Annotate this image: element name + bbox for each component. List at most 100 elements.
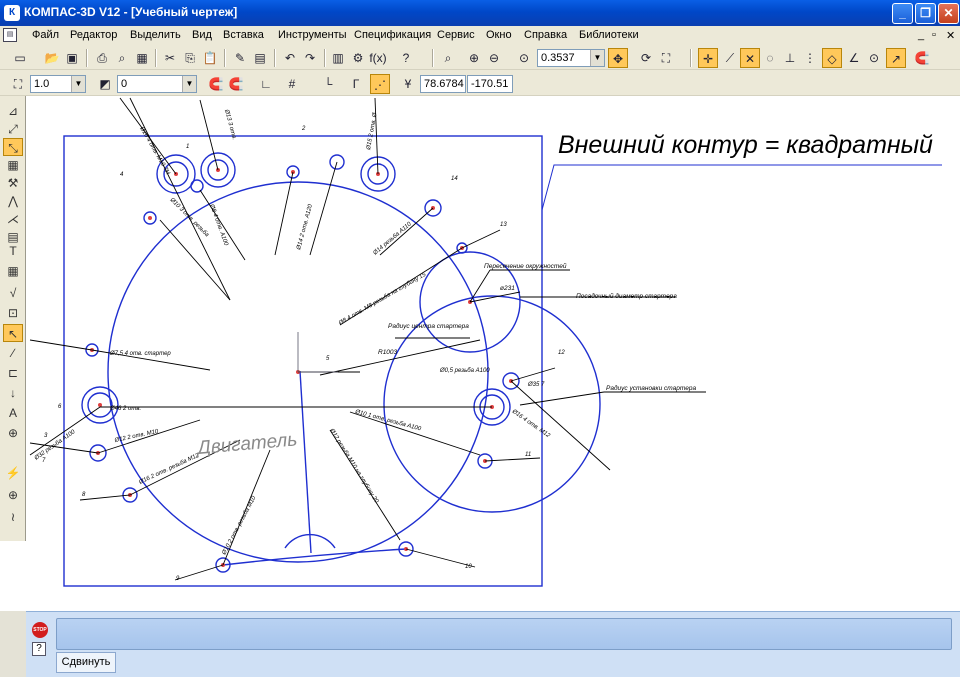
pan-icon[interactable]: ✥ — [608, 48, 628, 68]
snap-nearest-point-icon[interactable]: ✛ — [698, 48, 718, 68]
zoom-window-icon[interactable]: ⌕ — [438, 48, 458, 68]
menu-specification[interactable]: Спецификация — [354, 29, 431, 41]
zoom-in-icon[interactable]: ⊕ — [464, 48, 484, 68]
snap-quadrant-icon[interactable]: ◇ — [822, 48, 842, 68]
measure-panel-icon[interactable]: ⋌ — [3, 210, 23, 228]
base-icon[interactable]: ⊡ — [3, 304, 23, 322]
chevron-down-icon[interactable]: ▼ — [590, 50, 604, 66]
annotation-text: Ø32 резьба А100 — [33, 429, 77, 462]
kompas-app-icon[interactable]: К — [4, 5, 20, 21]
leader-icon[interactable]: ↖ — [3, 324, 23, 342]
layer-field[interactable]: 0 ▼ — [117, 75, 197, 93]
mdi-minimize-button[interactable]: _ — [918, 29, 924, 41]
help-icon[interactable]: ? — [32, 642, 46, 656]
parametrization-panel-icon[interactable]: ⋀ — [3, 192, 23, 210]
snap-intersection-icon[interactable]: ✕ — [740, 48, 760, 68]
menu-select[interactable]: Выделить — [130, 29, 181, 41]
chevron-down-icon[interactable]: ▼ — [71, 76, 85, 92]
undo-icon[interactable]: ↶ — [280, 48, 300, 68]
view-arrow-icon[interactable]: ↓ — [3, 384, 23, 402]
table-tool-icon[interactable]: ▦ — [3, 262, 23, 280]
roughness-icon[interactable]: √ — [3, 284, 23, 302]
text-tool-icon[interactable]: T — [3, 242, 23, 260]
print-icon[interactable]: ⎙ — [92, 48, 112, 68]
leader-line — [79, 494, 131, 501]
marking-icon[interactable]: ⊏ — [3, 364, 23, 382]
leader-line — [461, 229, 501, 249]
document-icon[interactable]: ▤ — [3, 28, 17, 42]
select-panel-icon[interactable]: ⤢ — [3, 120, 23, 138]
snap-tangent-icon[interactable]: ◌ — [760, 48, 780, 68]
scale-field[interactable]: 1.0 ▼ — [30, 75, 86, 93]
annotation-text: Ø7,5 4 отв. стартер — [109, 351, 171, 357]
menu-window[interactable]: Окно — [486, 29, 512, 41]
cursor-snap-icon[interactable]: ⋰ — [370, 74, 390, 94]
cut-icon[interactable]: ✂ — [160, 48, 180, 68]
menu-help[interactable]: Справка — [524, 29, 567, 41]
section-line-icon[interactable]: A — [3, 404, 23, 422]
grid-icon[interactable]: # — [282, 74, 302, 94]
menu-insert[interactable]: Вставка — [223, 29, 264, 41]
drawing-canvas[interactable]: Ø20 4 отв. М10-7Н Ø13 3 отв. Ø15 2 отв. … — [26, 96, 960, 611]
dimensions-panel-icon[interactable]: ⤡ — [3, 138, 23, 156]
snap-midpoint-icon[interactable]: ⟋ — [720, 48, 740, 68]
snap-magnet-icon[interactable]: 🧲 — [912, 48, 932, 68]
snap-center-icon[interactable]: ⊙ — [864, 48, 884, 68]
menu-view[interactable]: Вид — [192, 29, 212, 41]
hole-number: 13 — [500, 222, 507, 228]
snap-normal-icon[interactable]: ⊥ — [780, 48, 800, 68]
chevron-down-icon[interactable]: ▼ — [182, 76, 196, 92]
show-all-icon[interactable]: ⛶ — [656, 48, 676, 68]
new-document-icon[interactable]: ▭ — [10, 48, 30, 68]
snap-settings-icon[interactable]: 🧲 — [226, 74, 246, 94]
change-marker-icon[interactable]: ⚡ — [3, 464, 23, 482]
snap-angle-icon[interactable]: ∠ — [844, 48, 864, 68]
zoom-scale-icon[interactable]: ⊙ — [514, 48, 534, 68]
zoom-out-icon[interactable]: ⊖ — [484, 48, 504, 68]
library-manager-icon[interactable]: ⚙ — [348, 48, 368, 68]
tolerance-icon[interactable]: ⊕ — [3, 424, 23, 442]
annotation-text: Ø10 2 отв. резьба М10 — [221, 495, 258, 557]
layer-icon[interactable]: ◩ — [95, 74, 115, 94]
menu-tools[interactable]: Инструменты — [278, 29, 347, 41]
local-cs-icon[interactable]: └ — [318, 74, 338, 94]
copy-icon[interactable]: ⎘ — [180, 48, 200, 68]
format-painter-icon[interactable]: ✎ — [230, 48, 250, 68]
wavy-line-icon[interactable]: ≀ — [3, 508, 23, 526]
menu-editor[interactable]: Редактор — [70, 29, 117, 41]
cursor-y-field[interactable]: -170.51 — [467, 75, 513, 93]
maximize-button[interactable]: ❐ — [915, 3, 936, 24]
magnet-icon[interactable]: 🧲 — [206, 74, 226, 94]
hatching-panel-icon[interactable]: ▦ — [3, 156, 23, 174]
print-preview-icon[interactable]: ⌕ — [112, 48, 132, 68]
edit-panel-icon[interactable]: ⚒ — [3, 174, 23, 192]
stop-command-icon[interactable]: STOP — [32, 622, 48, 638]
menu-service[interactable]: Сервис — [437, 29, 475, 41]
manager-icon[interactable]: ▥ — [328, 48, 348, 68]
menu-file[interactable]: Файл — [32, 29, 59, 41]
help-pointer-icon[interactable]: ? — [396, 48, 416, 68]
properties-icon[interactable]: ▦ — [132, 48, 152, 68]
zoom-scale-field[interactable]: 0.3537 ▼ — [537, 49, 605, 67]
refresh-icon[interactable]: ⟳ — [636, 48, 656, 68]
snap-grid-icon[interactable]: ⋮ — [800, 48, 820, 68]
variables-icon[interactable]: f(x) — [368, 48, 388, 68]
position-leader-icon[interactable]: ∕ — [3, 344, 23, 362]
close-button[interactable]: ✕ — [938, 3, 959, 24]
round-icon[interactable]: Γ — [346, 74, 366, 94]
save-icon[interactable]: ▣ — [62, 48, 82, 68]
paste-icon[interactable]: 📋 — [200, 48, 220, 68]
minimize-button[interactable]: _ — [892, 3, 913, 24]
center-mark-icon[interactable]: ⊕ — [3, 486, 23, 504]
cursor-x-field[interactable]: 78.6784 — [420, 75, 466, 93]
open-folder-icon[interactable]: 📂 — [42, 48, 62, 68]
geometry-panel-icon[interactable]: ⊿ — [3, 102, 23, 120]
redo-icon[interactable]: ↷ — [300, 48, 320, 68]
document-manager-icon[interactable]: ▤ — [250, 48, 270, 68]
move-command-tab[interactable]: Сдвинуть — [56, 652, 116, 673]
orthogonal-icon[interactable]: ∟ — [256, 74, 276, 94]
menu-libraries[interactable]: Библиотеки — [579, 29, 639, 41]
mdi-close-button[interactable]: ✕ — [946, 29, 955, 42]
snap-point-on-curve-icon[interactable]: ↗ — [886, 48, 906, 68]
mdi-restore-button[interactable]: ▫ — [932, 29, 936, 41]
